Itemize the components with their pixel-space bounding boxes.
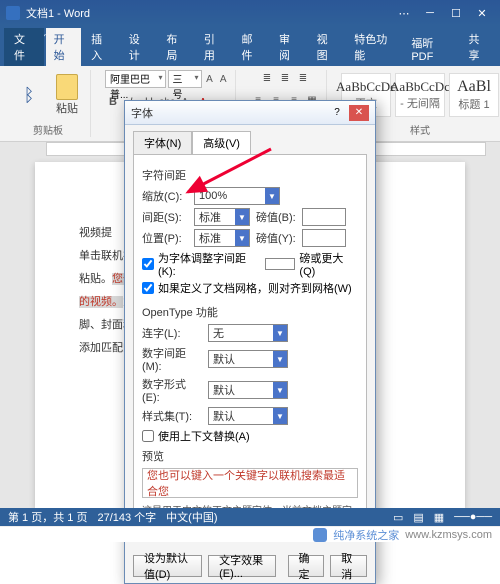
tab-pdf[interactable]: 福昕PDF <box>403 32 458 66</box>
kerning-label: 为字体调整字间距(K): <box>158 250 261 278</box>
snap-grid-label: 如果定义了文档网格，则对齐到网格(W) <box>158 280 352 296</box>
dialog-tab-font[interactable]: 字体(N) <box>133 131 192 154</box>
tab-file[interactable]: 文件 <box>4 28 44 66</box>
shrink-font-icon[interactable]: A <box>217 71 229 87</box>
ligatures-combo[interactable]: 无▼ <box>208 324 288 342</box>
bluetooth-button[interactable]: ᛒ <box>12 73 46 117</box>
preview-box: 您也可以键入一个关键字以联机搜索最适合您 <box>142 468 358 498</box>
styleset-label: 样式集(T): <box>142 408 202 424</box>
window-titlebar: 文档1 - Word ⋯ ─ ☐ ✕ <box>0 0 500 26</box>
numbering-icon[interactable]: ≣ <box>277 70 293 86</box>
dialog-body: 字符间距 缩放(C): 100%▼ 间距(S): 标准▼ 磅值(B): 位置(P… <box>133 154 367 541</box>
section-opentype: OpenType 功能 <box>142 304 358 320</box>
preview-label: 预览 <box>142 448 358 464</box>
minimize-button[interactable]: ─ <box>418 5 442 21</box>
window-title: 文档1 - Word <box>26 5 392 21</box>
dialog-footer: 设为默认值(D) 文字效果(E)... 确定 取消 <box>125 549 375 583</box>
scale-label: 缩放(C): <box>142 188 188 204</box>
chevron-down-icon: ▼ <box>273 408 287 424</box>
style-nospacing[interactable]: AaBbCcDc- 无间隔 <box>395 73 445 117</box>
watermark-logo-icon <box>313 528 327 542</box>
tab-review[interactable]: 审阅 <box>271 28 307 66</box>
kerning-checkbox[interactable] <box>142 258 154 270</box>
dialog-title: 字体 <box>131 105 327 121</box>
group-clipboard: ᛒ 粘贴 剪贴板 <box>6 70 91 137</box>
tab-references[interactable]: 引用 <box>196 28 232 66</box>
close-window-button[interactable]: ✕ <box>470 5 494 21</box>
dialog-tab-advanced[interactable]: 高级(V) <box>192 131 251 154</box>
watermark-url: www.kzmsys.com <box>405 529 492 541</box>
numform-label: 数字形式(E): <box>142 376 202 404</box>
font-family-select[interactable]: 阿里巴巴普... <box>105 70 166 88</box>
tab-view[interactable]: 视图 <box>309 28 345 66</box>
dialog-tabs: 字体(N) 高级(V) <box>125 125 375 154</box>
font-size-select[interactable]: 三号 <box>168 70 202 88</box>
numspacing-label: 数字间距(M): <box>142 345 202 373</box>
chevron-down-icon: ▼ <box>273 382 287 398</box>
spacing-pt-input[interactable] <box>302 208 346 226</box>
position-pt-input[interactable] <box>302 229 346 247</box>
paste-button[interactable]: 粘贴 <box>50 73 84 117</box>
chevron-down-icon: ▼ <box>265 188 279 204</box>
dialog-close-button[interactable]: ✕ <box>349 105 369 121</box>
view-print-icon[interactable]: ▤ <box>413 511 423 524</box>
status-page[interactable]: 第 1 页，共 1 页 <box>8 509 87 525</box>
status-bar: 第 1 页，共 1 页 27/143 个字 中文(中国) ▭ ▤ ▦ ──●── <box>0 508 500 526</box>
spacing-combo[interactable]: 标准▼ <box>194 208 250 226</box>
share-button[interactable]: 共享 <box>460 28 496 66</box>
watermark-text: 纯净系统之家 <box>333 527 399 543</box>
tab-mailings[interactable]: 邮件 <box>233 28 269 66</box>
dialog-titlebar[interactable]: 字体 ? ✕ <box>125 101 375 125</box>
context-alt-checkbox[interactable] <box>142 430 154 442</box>
watermark: 纯净系统之家 www.kzmsys.com <box>0 526 500 542</box>
view-read-icon[interactable]: ▭ <box>393 511 403 524</box>
position-pt-label: 磅值(Y): <box>256 230 296 246</box>
cancel-button[interactable]: 取消 <box>330 555 367 577</box>
tab-insert[interactable]: 插入 <box>83 28 119 66</box>
set-default-button[interactable]: 设为默认值(D) <box>133 555 202 577</box>
zoom-slider[interactable]: ──●── <box>454 511 492 523</box>
tab-home[interactable]: 开始 <box>46 28 82 66</box>
chevron-down-icon: ▼ <box>273 351 287 367</box>
numform-combo[interactable]: 默认▼ <box>208 381 288 399</box>
clipboard-icon <box>56 74 78 100</box>
status-words[interactable]: 27/143 个字 <box>97 509 156 525</box>
view-web-icon[interactable]: ▦ <box>434 511 444 524</box>
numspacing-combo[interactable]: 默认▼ <box>208 350 288 368</box>
styleset-combo[interactable]: 默认▼ <box>208 407 288 425</box>
section-char-spacing: 字符间距 <box>142 167 358 183</box>
context-alt-label: 使用上下文替换(A) <box>158 428 250 444</box>
position-label: 位置(P): <box>142 230 188 246</box>
snap-grid-checkbox[interactable] <box>142 282 154 294</box>
text-effects-button[interactable]: 文字效果(E)... <box>208 555 275 577</box>
group-label: 样式 <box>410 120 430 137</box>
scale-combo[interactable]: 100%▼ <box>194 187 280 205</box>
dialog-help-icon[interactable]: ? <box>327 105 347 121</box>
chevron-down-icon: ▼ <box>235 209 249 225</box>
bullets-icon[interactable]: ≣ <box>259 70 275 86</box>
grow-font-icon[interactable]: A <box>204 71 216 87</box>
status-lang[interactable]: 中文(中国) <box>166 509 217 525</box>
chevron-down-icon: ▼ <box>273 325 287 341</box>
group-label: 剪贴板 <box>33 120 63 137</box>
word-app-icon <box>6 6 20 20</box>
ribbon-opts-icon[interactable]: ⋯ <box>392 5 416 21</box>
multilevel-icon[interactable]: ≣ <box>295 70 311 86</box>
tab-special[interactable]: 特色功能 <box>346 28 401 66</box>
spacing-label: 间距(S): <box>142 209 188 225</box>
chevron-down-icon: ▼ <box>235 230 249 246</box>
tab-design[interactable]: 设计 <box>121 28 157 66</box>
ribbon-tabs: 文件 开始 插入 设计 布局 引用 邮件 审阅 视图 特色功能 福昕PDF 共享 <box>0 44 500 66</box>
maximize-button[interactable]: ☐ <box>444 5 468 21</box>
style-heading1[interactable]: AaBl标题 1 <box>449 73 499 117</box>
kerning-unit: 磅或更大(Q) <box>299 250 358 278</box>
ok-button[interactable]: 确定 <box>288 555 325 577</box>
spacing-pt-label: 磅值(B): <box>256 209 296 225</box>
ligatures-label: 连字(L): <box>142 325 202 341</box>
kerning-input[interactable] <box>265 258 295 270</box>
tab-layout[interactable]: 布局 <box>158 28 194 66</box>
position-combo[interactable]: 标准▼ <box>194 229 250 247</box>
